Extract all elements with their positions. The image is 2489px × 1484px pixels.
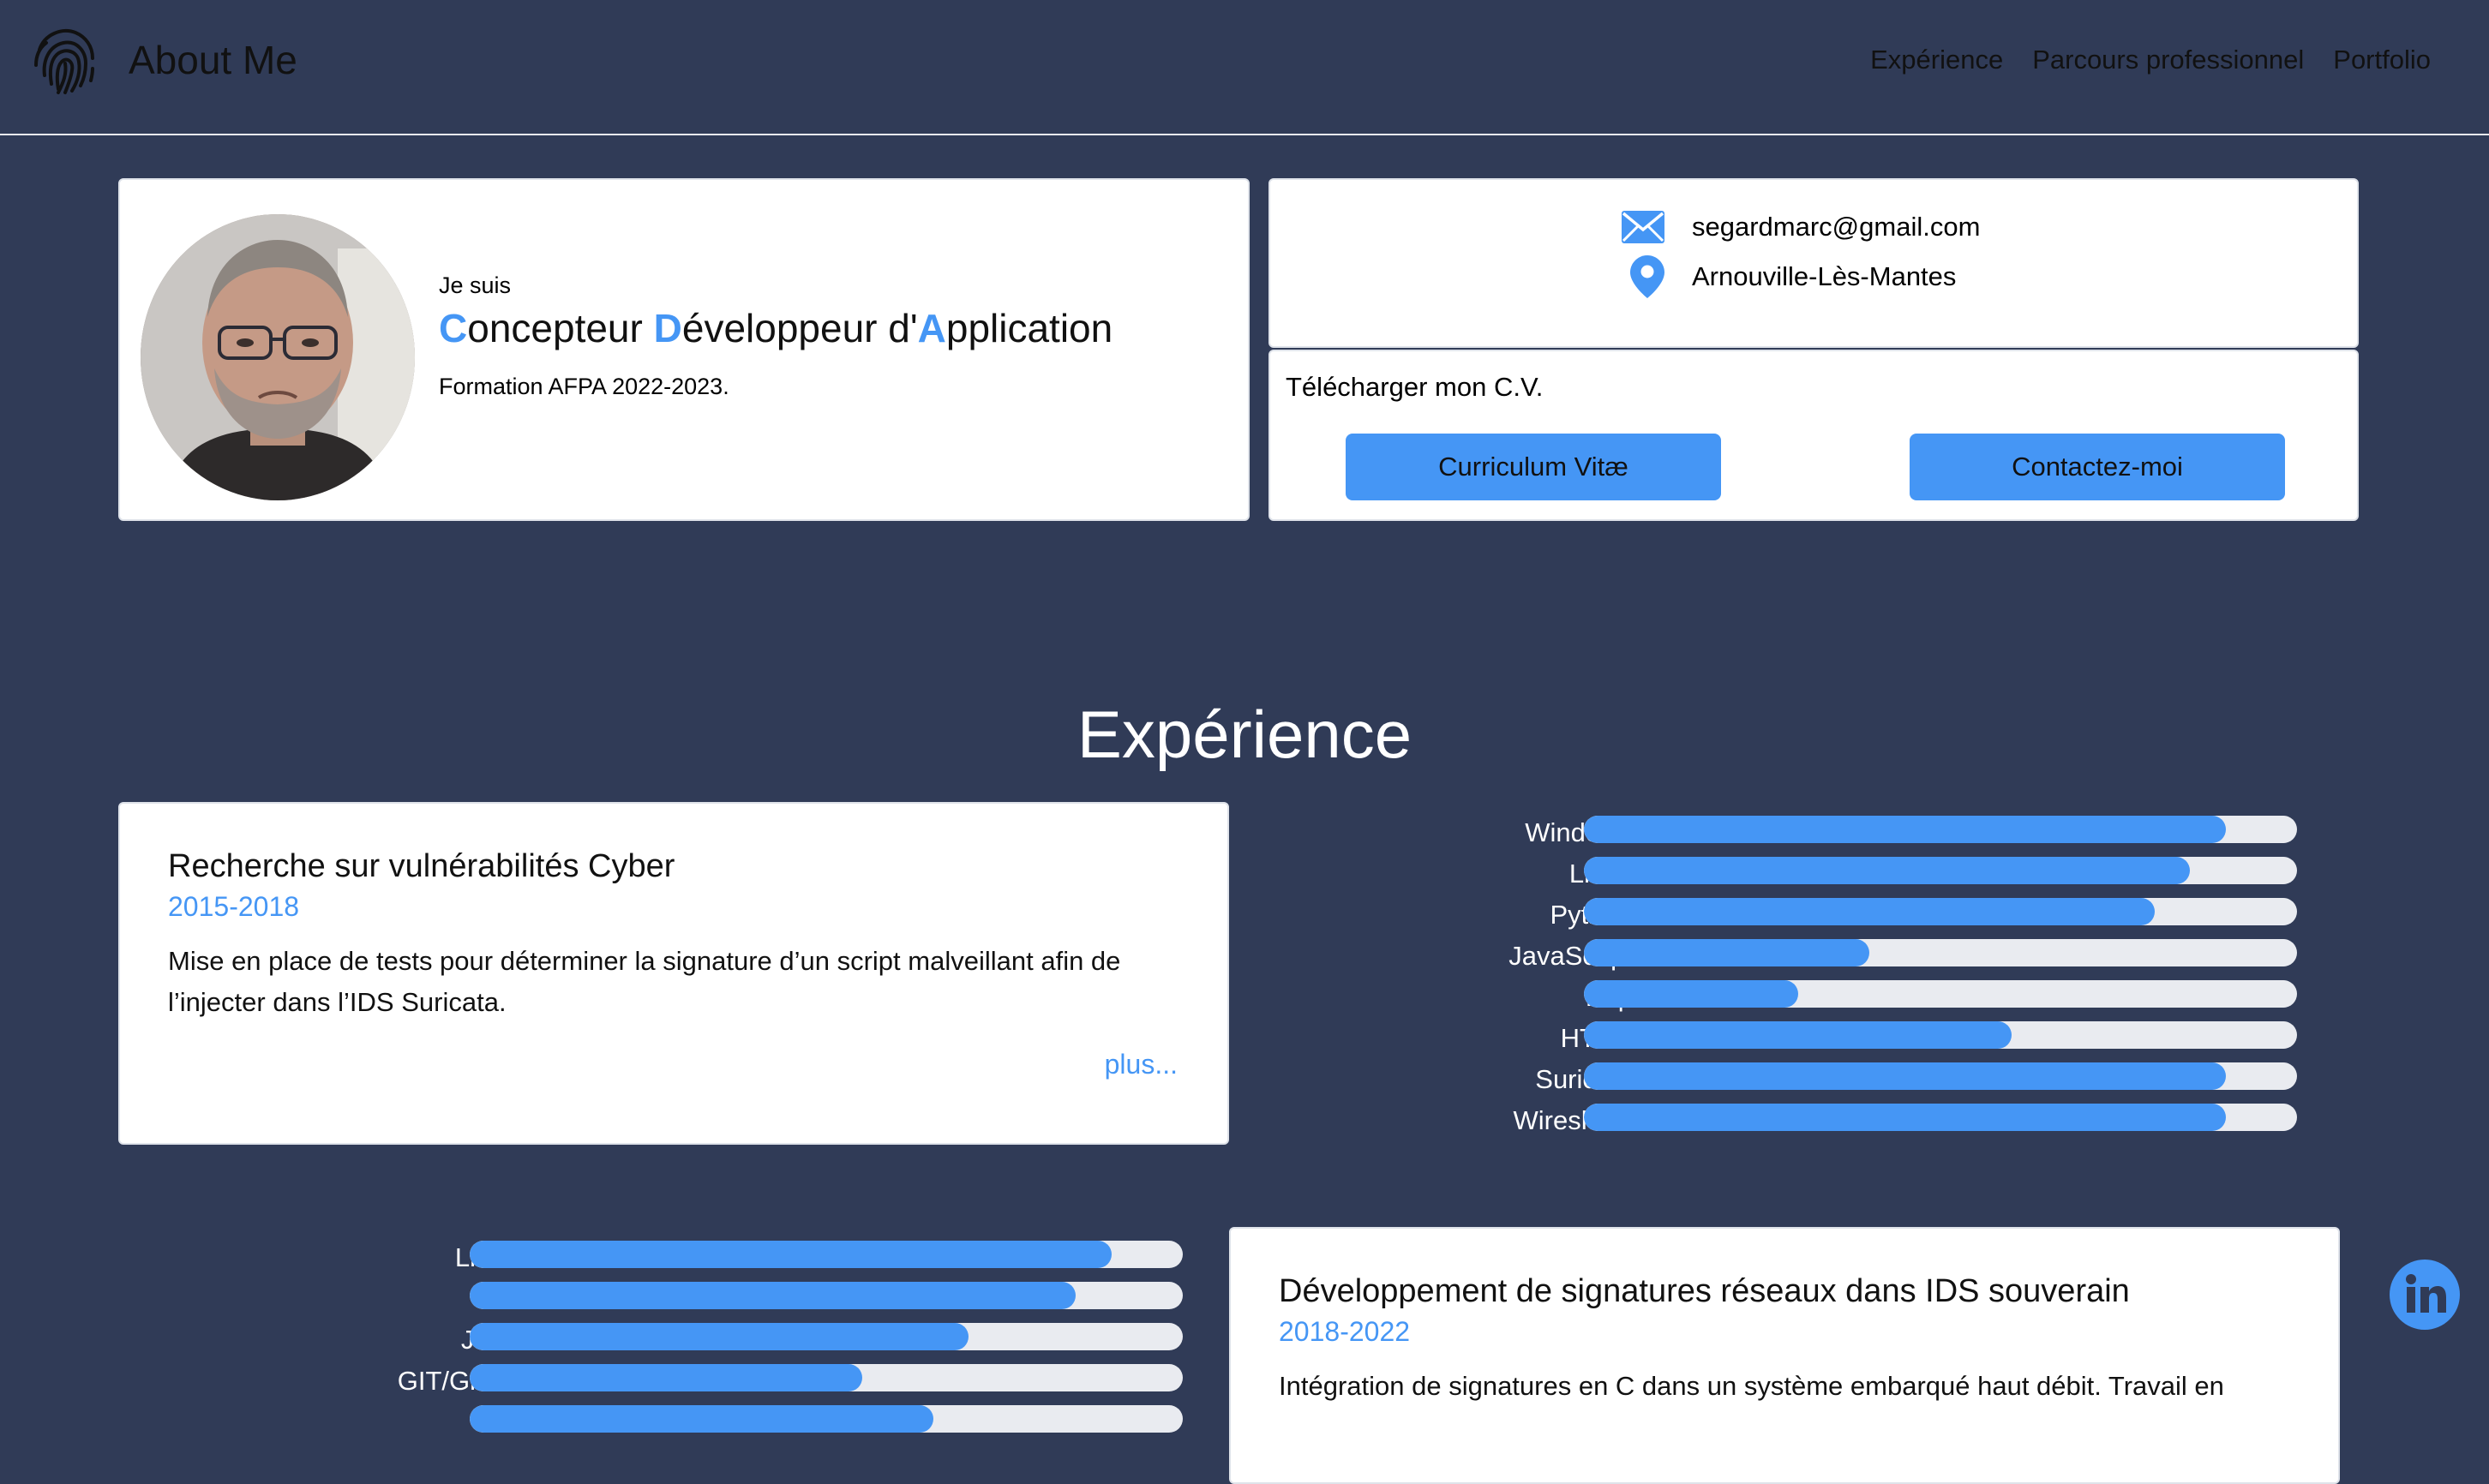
skill-bar-fill [470, 1364, 862, 1391]
skill-row: JavaScript [1371, 939, 2297, 980]
cv-card: Télécharger mon C.V. Curriculum Vitæ Con… [1268, 350, 2359, 521]
experience-description: Intégration de signatures en C dans un s… [1279, 1371, 2224, 1401]
skill-row [257, 1405, 1183, 1446]
role-initial-d: D [653, 306, 682, 350]
skills-list-1: WindowsLinuxPythonJavaScriptPhpHTMLSuric… [1371, 816, 2297, 1145]
avatar [141, 214, 415, 500]
envelope-icon [1622, 211, 1664, 243]
navbar: About Me Expérience Parcours professionn… [0, 0, 2489, 135]
role-initial-a: A [917, 306, 946, 350]
skill-bar-fill [1584, 1021, 2012, 1049]
contact-button[interactable]: Contactez-moi [1910, 434, 2285, 500]
skill-row: Python [1371, 898, 2297, 939]
skill-bar-track [470, 1364, 1183, 1391]
contact-card: segardmarc@gmail.com Arnouville-Lès-Mant… [1268, 178, 2359, 348]
role-word-2: éveloppeur d' [681, 306, 918, 350]
skill-bar-fill [470, 1282, 1077, 1309]
skill-bar-fill [1584, 1062, 2226, 1090]
skill-bar-fill [1584, 816, 2226, 843]
skill-row: Suricata [1371, 1062, 2297, 1104]
skill-bar-fill [1584, 857, 2191, 884]
map-pin-icon [1630, 255, 1664, 298]
contact-city-row: Arnouville-Lès-Mantes [1630, 255, 1956, 298]
experience-section-title: Expérience [1077, 697, 1412, 772]
contact-city: Arnouville-Lès-Mantes [1692, 261, 1957, 291]
hero-training: Formation AFPA 2022-2023. [439, 374, 729, 399]
experience-card-1: Recherche sur vulnérabilités Cyber 2015-… [118, 802, 1229, 1145]
skill-row: Php [1371, 980, 2297, 1021]
more-link[interactable]: plus... [1105, 1049, 1178, 1080]
experience-years: 2015-2018 [168, 891, 300, 922]
contact-email-row[interactable]: segardmarc@gmail.com [1622, 211, 1980, 243]
cv-button[interactable]: Curriculum Vitæ [1346, 434, 1721, 500]
brand-title[interactable]: About Me [129, 33, 297, 87]
skill-bar-track [1584, 1062, 2297, 1090]
role-word-3: pplication [945, 306, 1113, 350]
role-initial-c: C [439, 306, 468, 350]
contact-email[interactable]: segardmarc@gmail.com [1692, 212, 1980, 242]
hero-card: Je suis Concepteur Développeur d'Applica… [118, 178, 1250, 521]
skill-bar-track [1584, 1104, 2297, 1131]
skill-row: Linux [1371, 857, 2297, 898]
skill-bar-track [470, 1241, 1183, 1268]
hero-intro: Je suis [439, 272, 512, 298]
skills-list-2: LinuxCJIRAGIT/Gitlab [257, 1241, 1183, 1446]
skill-bar-fill [1584, 1104, 2226, 1131]
linkedin-icon[interactable] [2390, 1260, 2460, 1330]
skill-bar-fill [470, 1405, 933, 1433]
skill-bar-track [1584, 857, 2297, 884]
skill-bar-track [470, 1282, 1183, 1309]
skill-bar-track [1584, 898, 2297, 925]
hero-role-title: Concepteur Développeur d'Application [439, 305, 1113, 351]
skill-bar-track [470, 1323, 1183, 1350]
nav-link-parcours[interactable]: Parcours professionnel [2032, 39, 2304, 81]
skill-bar-track [1584, 980, 2297, 1008]
skill-row: C [257, 1282, 1183, 1323]
nav-links: Expérience Parcours professionnel Portfo… [1870, 39, 2431, 81]
skill-bar-fill [470, 1323, 969, 1350]
fingerprint-icon[interactable] [33, 24, 98, 96]
skill-bar-fill [1584, 980, 1798, 1008]
role-word-1: oncepteur [467, 306, 654, 350]
skill-bar-fill [1584, 898, 2155, 925]
skill-row: Windows [1371, 816, 2297, 857]
nav-link-experience[interactable]: Expérience [1870, 39, 2003, 81]
experience-title: Développement de signatures réseaux dans… [1279, 1273, 2130, 1309]
experience-title: Recherche sur vulnérabilités Cyber [168, 848, 675, 884]
skill-bar-track [1584, 939, 2297, 966]
skill-row: Linux [257, 1241, 1183, 1282]
experience-description: Mise en place de tests pour déterminer l… [168, 946, 1121, 1017]
skill-row: GIT/Gitlab [257, 1364, 1183, 1405]
skill-bar-fill [1584, 939, 1869, 966]
experience-card-2: Développement de signatures réseaux dans… [1229, 1227, 2340, 1484]
skill-bar-fill [470, 1241, 1112, 1268]
cv-download-label: Télécharger mon C.V. [1286, 372, 1544, 402]
skill-bar-track [1584, 1021, 2297, 1049]
skill-row: JIRA [257, 1323, 1183, 1364]
skill-bar-track [1584, 816, 2297, 843]
nav-link-portfolio[interactable]: Portfolio [2333, 39, 2431, 81]
skill-row: Wireshark [1371, 1104, 2297, 1145]
skill-bar-track [470, 1405, 1183, 1433]
skill-row: HTML [1371, 1021, 2297, 1062]
experience-years: 2018-2022 [1279, 1316, 1411, 1347]
